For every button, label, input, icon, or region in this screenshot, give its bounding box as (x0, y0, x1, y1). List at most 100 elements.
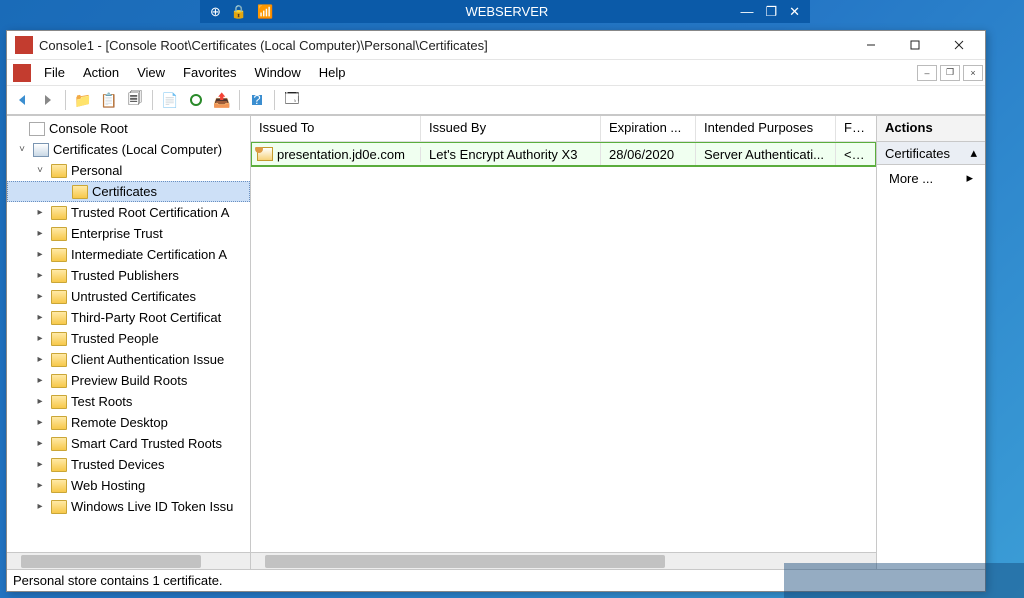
menu-view[interactable]: View (128, 62, 174, 83)
tree-item[interactable]: ▸Preview Build Roots (7, 370, 250, 391)
expander-icon[interactable]: ▸ (33, 396, 47, 407)
tree-item[interactable]: ▸Trusted Root Certification A (7, 202, 250, 223)
back-button[interactable] (11, 89, 33, 111)
list-horizontal-scrollbar[interactable] (251, 552, 876, 569)
folder-icon (51, 479, 67, 493)
expander-icon[interactable]: ▸ (33, 375, 47, 386)
expander-icon[interactable]: ▸ (33, 501, 47, 512)
tree-item[interactable]: ▸Smart Card Trusted Roots (7, 433, 250, 454)
show-hide-button[interactable]: 📋 (98, 89, 120, 111)
maximize-button[interactable] (893, 34, 937, 56)
expander-icon[interactable]: ▸ (33, 480, 47, 491)
collapse-icon[interactable]: ▴ (970, 145, 977, 161)
col-issued-by[interactable]: Issued By (421, 116, 601, 141)
tree-label: Intermediate Certification A (71, 247, 227, 262)
expander-icon[interactable]: ▸ (33, 354, 47, 365)
tree-item[interactable]: ▸ Intermediate Certification A (7, 244, 250, 265)
expander-icon[interactable]: ˅ (15, 144, 29, 155)
actions-more[interactable]: More ... ▸ (877, 165, 985, 191)
tree-label: Certificates (Local Computer) (53, 142, 222, 157)
close-button[interactable] (937, 34, 981, 56)
pin-icon[interactable]: ⊕ (210, 4, 221, 20)
cut-button[interactable]: 📁 (72, 89, 94, 111)
tree-label: Console Root (49, 121, 128, 136)
rdp-title: WEBSERVER (283, 4, 730, 19)
toolbar: 📁 📋 🗐 📄 📤 ? 🗔 (7, 85, 985, 115)
expander-icon[interactable]: ▸ (33, 207, 47, 218)
expander-icon[interactable]: ▸ (33, 312, 47, 323)
tree-item[interactable]: ▸Trusted Devices (7, 454, 250, 475)
mmc-app-icon (15, 36, 33, 54)
cell-expiration: 28/06/2020 (601, 143, 696, 166)
tree-item[interactable]: ▸ Enterprise Trust (7, 223, 250, 244)
tree-personal-certificates[interactable]: ▸Certificates (7, 181, 250, 202)
tree-label: Client Authentication Issue (71, 352, 224, 367)
menu-action[interactable]: Action (74, 62, 128, 83)
expander-icon[interactable]: ▸ (33, 333, 47, 344)
col-purposes[interactable]: Intended Purposes (696, 116, 836, 141)
tree-horizontal-scrollbar[interactable] (7, 552, 250, 569)
tree-label: Test Roots (71, 394, 132, 409)
folder-icon (51, 311, 67, 325)
rdp-restore-button[interactable]: ❐ (765, 4, 777, 20)
mdi-minimize-button[interactable]: – (917, 65, 937, 81)
expander-icon[interactable]: ▸ (33, 291, 47, 302)
actions-more-label: More ... (889, 171, 933, 186)
properties-button[interactable]: 📄 (159, 89, 181, 111)
rdp-connection-bar: ⊕ 🔒 📶 WEBSERVER — ❐ ✕ (200, 0, 810, 23)
mdi-close-button[interactable]: × (963, 65, 983, 81)
tree-item[interactable]: ▸ Third-Party Root Certificat (7, 307, 250, 328)
rdp-close-button[interactable]: ✕ (789, 4, 800, 20)
rdp-minimize-button[interactable]: — (740, 4, 753, 20)
tree-item[interactable]: ▸Trusted Publishers (7, 265, 250, 286)
minimize-button[interactable] (849, 34, 893, 56)
tree-item[interactable]: ▸Web Hosting (7, 475, 250, 496)
col-expiration[interactable]: Expiration ... (601, 116, 696, 141)
tree-label: Untrusted Certificates (71, 289, 196, 304)
tree-label: Enterprise Trust (71, 226, 163, 241)
list-body[interactable]: presentation.jd0e.com Let's Encrypt Auth… (251, 142, 876, 552)
export-button[interactable]: 📤 (211, 89, 233, 111)
folder-icon (51, 290, 67, 304)
col-issued-to[interactable]: Issued To (251, 116, 421, 141)
mdi-restore-button[interactable]: ❐ (940, 65, 960, 81)
tree-view[interactable]: ▸Console Root ˅Certificates (Local Compu… (7, 116, 250, 552)
folder-icon (51, 164, 67, 178)
menu-favorites[interactable]: Favorites (174, 62, 245, 83)
expander-icon[interactable]: ▸ (33, 249, 47, 260)
actions-section-certificates[interactable]: Certificates ▴ (877, 142, 985, 165)
certificate-row[interactable]: presentation.jd0e.com Let's Encrypt Auth… (251, 142, 876, 166)
tree-item[interactable]: ▸Windows Live ID Token Issu (7, 496, 250, 517)
menu-file[interactable]: File (35, 62, 74, 83)
expander-icon[interactable]: ▸ (33, 438, 47, 449)
desktop-taskbar-edge (784, 563, 1024, 598)
expander-icon[interactable]: ▸ (33, 417, 47, 428)
help-button[interactable]: ? (246, 89, 268, 111)
col-friendly[interactable]: Frien (836, 116, 872, 141)
refresh-button[interactable] (185, 89, 207, 111)
menu-window[interactable]: Window (246, 62, 310, 83)
list-header: Issued To Issued By Expiration ... Inten… (251, 116, 876, 142)
tree-item[interactable]: ▸ Untrusted Certificates (7, 286, 250, 307)
titlebar[interactable]: Console1 - [Console Root\Certificates (L… (7, 31, 985, 59)
cell-issued-by: Let's Encrypt Authority X3 (421, 143, 601, 166)
tree-item[interactable]: ▸ Test Roots (7, 391, 250, 412)
tree-item[interactable]: ▸ Client Authentication Issue (7, 349, 250, 370)
expander-icon[interactable]: ▸ (33, 228, 47, 239)
view-button[interactable]: 🗔 (281, 89, 303, 111)
tree-item[interactable]: ▸Remote Desktop (7, 412, 250, 433)
delete-button[interactable]: 🗐 (124, 89, 146, 111)
folder-icon (51, 458, 67, 472)
tree-item[interactable]: ▸Trusted People (7, 328, 250, 349)
tree-certificates-root[interactable]: ˅ Certificates (Local Computer) (7, 139, 250, 160)
mmc-doc-icon[interactable] (13, 64, 31, 82)
expander-icon[interactable]: ˅ (33, 165, 47, 176)
tree-personal[interactable]: ˅Personal (7, 160, 250, 181)
tree-console-root[interactable]: ▸Console Root (7, 118, 250, 139)
forward-button[interactable] (37, 89, 59, 111)
tree-label: Third-Party Root Certificat (71, 310, 221, 325)
expander-icon[interactable]: ▸ (33, 459, 47, 470)
menu-help[interactable]: Help (310, 62, 355, 83)
expander-icon[interactable]: ▸ (33, 270, 47, 281)
actions-section-label: Certificates (885, 146, 950, 161)
